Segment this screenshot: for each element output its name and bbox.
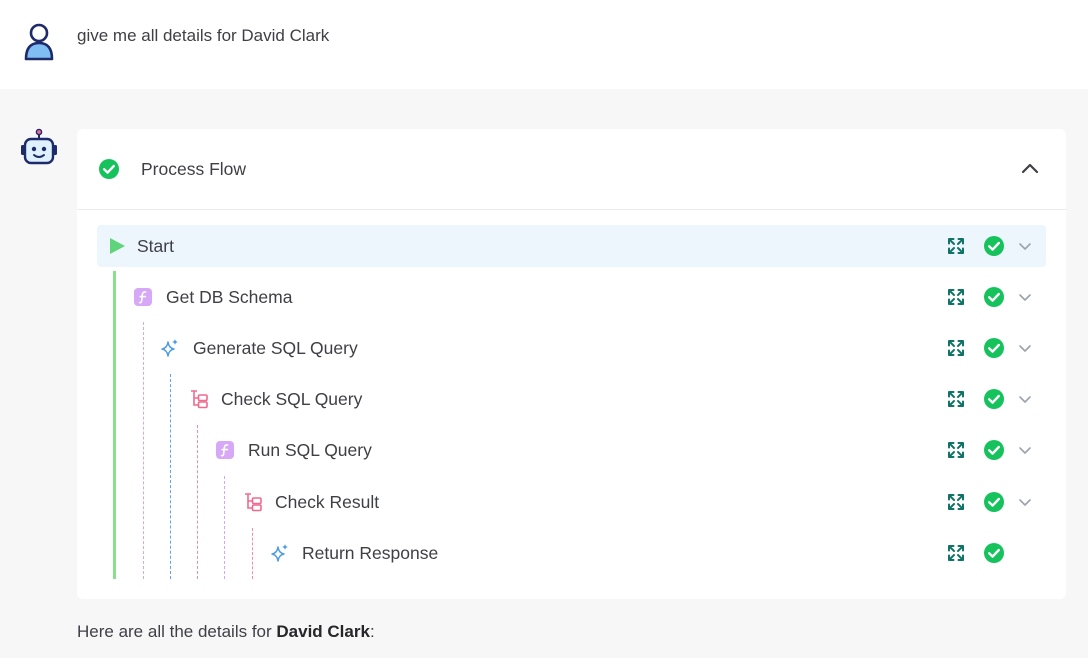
step-row-generate-sql-query[interactable]: Generate SQL Query: [97, 327, 1046, 369]
chevron-down-icon[interactable]: [1017, 494, 1033, 510]
check-circle-icon: [984, 492, 1004, 512]
robot-icon: [21, 128, 57, 165]
expand-icon[interactable]: [947, 493, 965, 511]
chevron-down-icon[interactable]: [1017, 340, 1033, 356]
step-label: Run SQL Query: [248, 440, 372, 460]
step-label: Generate SQL Query: [193, 338, 358, 358]
function-icon: [216, 441, 234, 459]
function-icon: [134, 288, 152, 306]
chevron-down-icon[interactable]: [1017, 238, 1033, 254]
play-icon: [110, 238, 125, 254]
chevron-down-icon[interactable]: [1017, 391, 1033, 407]
chevron-down-icon[interactable]: [1017, 442, 1033, 458]
step-row-return-response[interactable]: Return Response: [97, 532, 1046, 574]
step-row-check-result[interactable]: Check Result: [97, 481, 1046, 523]
user-icon: [24, 23, 54, 61]
expand-icon[interactable]: [947, 237, 965, 255]
response-suffix: :: [369, 622, 375, 641]
sparkle-icon: [161, 339, 178, 357]
chevron-up-icon[interactable]: [1017, 157, 1043, 181]
expand-icon[interactable]: [947, 390, 965, 408]
sparkle-icon: [271, 544, 288, 562]
check-circle-icon: [984, 236, 1004, 256]
response-prefix: Here are all the details for: [77, 622, 277, 641]
check-circle-icon: [984, 287, 1004, 307]
expand-icon[interactable]: [947, 544, 965, 562]
expand-icon[interactable]: [947, 288, 965, 306]
response-name: David Clark: [276, 622, 370, 641]
check-circle-icon: [984, 338, 1004, 358]
check-circle-icon: [99, 159, 119, 179]
expand-icon[interactable]: [947, 441, 965, 459]
step-row-start[interactable]: Start: [97, 225, 1046, 267]
step-row-get-db-schema[interactable]: Get DB Schema: [97, 276, 1046, 318]
step-label: Get DB Schema: [166, 287, 293, 307]
check-circle-icon: [984, 440, 1004, 460]
chevron-down-icon[interactable]: [1017, 289, 1033, 305]
branch-icon: [191, 390, 208, 409]
step-label: Return Response: [302, 543, 439, 563]
user-message-bar: give me all details for David Clark: [0, 0, 1088, 89]
step-row-check-sql-query[interactable]: Check SQL Query: [97, 378, 1046, 420]
check-circle-icon: [984, 543, 1004, 563]
user-message-text: give me all details for David Clark: [77, 26, 330, 45]
process-flow-title: Process Flow: [141, 159, 247, 179]
response-text: Here are all the details for David Clark…: [77, 622, 375, 642]
expand-icon[interactable]: [947, 339, 965, 357]
step-label: Start: [137, 236, 174, 256]
branch-icon: [245, 493, 262, 512]
step-row-run-sql-query[interactable]: Run SQL Query: [97, 429, 1046, 471]
step-label: Check SQL Query: [221, 389, 363, 409]
step-label: Check Result: [275, 492, 380, 512]
process-flow-header[interactable]: Process Flow: [77, 129, 1066, 210]
check-circle-icon: [984, 389, 1004, 409]
